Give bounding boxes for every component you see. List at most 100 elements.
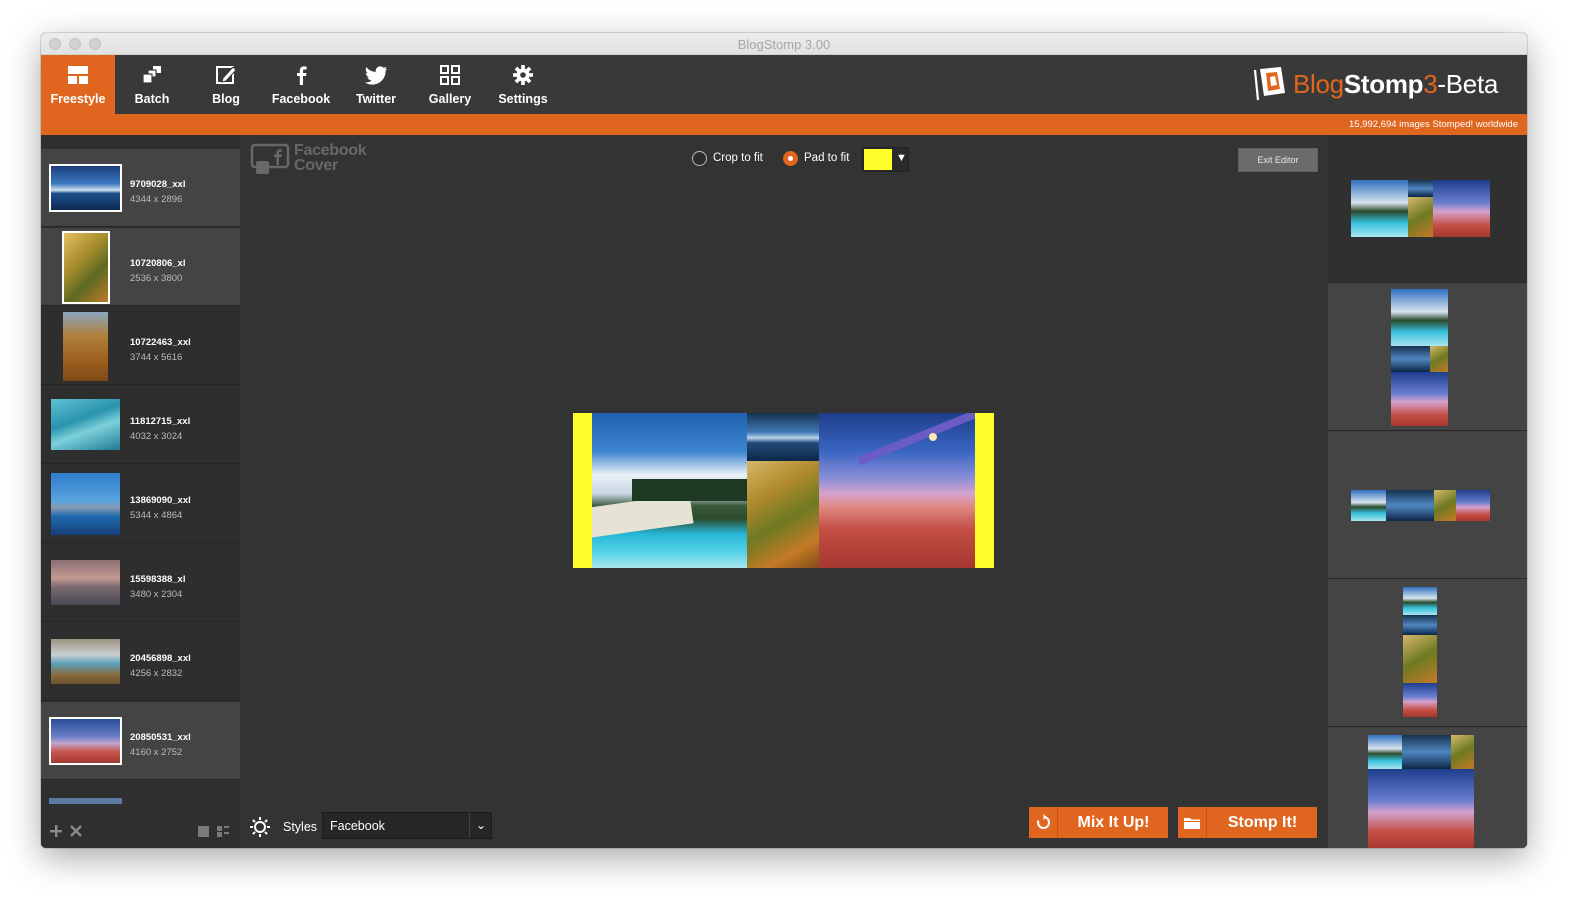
image-dimensions: 4256 x 2832 xyxy=(130,668,183,679)
gallery-icon xyxy=(440,65,460,85)
pad-color-picker[interactable]: ▼ xyxy=(862,147,909,172)
tab-facebook-label: Facebook xyxy=(271,92,331,106)
chevron-down-icon: ⌄ xyxy=(476,818,487,832)
layout-option[interactable] xyxy=(1328,135,1527,283)
tab-freestyle[interactable]: Freestyle xyxy=(41,55,115,114)
brand-wordmark: BlogStomp3-Beta xyxy=(1293,69,1498,100)
crop-to-fit-radio[interactable] xyxy=(692,151,707,166)
tab-batch-label: Batch xyxy=(134,92,170,106)
preset-badge: Facebook Cover xyxy=(250,141,390,177)
layout-option[interactable] xyxy=(1328,283,1527,431)
image-thumbnail xyxy=(61,310,110,383)
tab-twitter-label: Twitter xyxy=(355,92,397,106)
main-toolbar: Freestyle Batch Blog Facebook Twitter Ga… xyxy=(41,55,1527,114)
brightness-icon[interactable] xyxy=(249,816,271,838)
window-title: BlogStomp 3.00 xyxy=(737,37,831,52)
tab-batch[interactable]: Batch xyxy=(115,55,189,114)
brand-beta: -Beta xyxy=(1437,69,1499,99)
tab-blog[interactable]: Blog xyxy=(189,55,263,114)
brand-logo: BlogStomp3-Beta xyxy=(1253,66,1513,102)
partial-thumbnail xyxy=(49,798,122,804)
image-name: 13869090_xxl xyxy=(130,495,191,506)
image-dimensions: 4160 x 2752 xyxy=(130,747,183,758)
styles-dropdown[interactable]: Facebook ⌄ xyxy=(322,812,492,839)
image-thumbnail xyxy=(49,164,122,212)
collage-preview xyxy=(573,413,994,568)
grid-view-icon[interactable] xyxy=(198,826,209,837)
styles-selected-value: Facebook xyxy=(330,819,385,833)
tab-settings-label: Settings xyxy=(498,92,548,106)
image-thumbnail xyxy=(49,471,122,537)
image-list-footer xyxy=(41,815,240,848)
image-dimensions: 3480 x 2304 xyxy=(130,589,183,600)
pad-color-swatch xyxy=(864,149,892,170)
tab-facebook[interactable]: Facebook xyxy=(263,55,339,114)
styles-label: Styles xyxy=(283,820,318,834)
brand-version: 3 xyxy=(1423,69,1438,99)
image-list-item[interactable]: 9709028_xxl 4344 x 2896 xyxy=(41,149,240,227)
image-dimensions: 2536 x 3800 xyxy=(130,273,183,284)
layout-option[interactable] xyxy=(1328,431,1527,579)
image-name: 10720806_xl xyxy=(130,258,186,269)
image-thumbnail xyxy=(49,637,122,686)
batch-icon xyxy=(142,66,161,84)
crop-to-fit-label[interactable]: Crop to fit xyxy=(713,152,763,164)
pad-to-fit-label[interactable]: Pad to fit xyxy=(804,152,849,164)
image-thumbnail xyxy=(49,717,122,765)
image-list-item[interactable]: 13869090_xxl 5344 x 4864 xyxy=(41,465,240,543)
tab-gallery-label: Gallery xyxy=(428,92,472,106)
gear-icon xyxy=(513,65,533,85)
chevron-down-icon: ▼ xyxy=(896,152,907,164)
collage-photo-fjord[interactable] xyxy=(747,413,819,461)
tab-settings[interactable]: Settings xyxy=(487,55,559,114)
brand-blog: Blog xyxy=(1293,69,1344,99)
image-name: 10722463_xxl xyxy=(130,337,191,348)
remove-icon[interactable] xyxy=(70,825,82,837)
image-name: 20850531_xxl xyxy=(130,732,191,743)
layout-option[interactable] xyxy=(1328,727,1527,848)
stats-bar: 15,992,694 images Stomped! worldwide xyxy=(41,114,1527,135)
image-list-item[interactable]: 20456898_xxl 4256 x 2832 xyxy=(41,623,240,701)
facebook-icon xyxy=(297,66,307,85)
tab-gallery[interactable]: Gallery xyxy=(413,55,487,114)
tab-blog-label: Blog xyxy=(212,92,240,106)
image-list-item[interactable]: 20850531_xxl 4160 x 2752 xyxy=(41,702,240,780)
stomp-it-button[interactable]: Stomp It! xyxy=(1178,807,1317,838)
stamp-logo-icon xyxy=(1253,67,1285,101)
image-dimensions: 3744 x 5616 xyxy=(130,352,183,363)
tab-twitter[interactable]: Twitter xyxy=(339,55,413,114)
image-thumbnail xyxy=(62,231,110,304)
image-list-item[interactable]: 10722463_xxl 3744 x 5616 xyxy=(41,307,240,385)
collage-photo-lake[interactable] xyxy=(592,413,747,568)
app-window: BlogStomp 3.00 Freestyle Batch Blog Face… xyxy=(41,33,1527,848)
mix-it-up-button[interactable]: Mix It Up! xyxy=(1029,807,1168,838)
add-icon[interactable] xyxy=(50,825,62,837)
image-name: 11812715_xxl xyxy=(130,416,191,427)
image-list-item[interactable]: 15598388_xl 3480 x 2304 xyxy=(41,544,240,622)
image-name: 9709028_xxl xyxy=(130,179,186,190)
dropdown-separator xyxy=(469,813,470,838)
image-list-item[interactable]: 11812715_xxl 4032 x 3024 xyxy=(41,386,240,464)
image-thumbnail xyxy=(49,558,122,607)
pad-to-fit-radio[interactable] xyxy=(783,151,798,166)
title-bar: BlogStomp 3.00 xyxy=(41,33,1527,55)
exit-editor-button[interactable]: Exit Editor xyxy=(1238,148,1318,172)
stomp-it-label: Stomp It! xyxy=(1227,814,1298,831)
image-dimensions: 4032 x 3024 xyxy=(130,431,183,442)
stomped-count: 15,992,694 images Stomped! worldwide xyxy=(1349,119,1518,130)
collage-photo-pier[interactable] xyxy=(819,413,975,568)
layout-list xyxy=(1328,135,1527,848)
mix-it-up-label: Mix It Up! xyxy=(1077,814,1150,831)
tab-freestyle-label: Freestyle xyxy=(50,92,106,106)
twitter-icon xyxy=(364,66,387,85)
layout-option[interactable] xyxy=(1328,579,1527,727)
image-dimensions: 5344 x 4864 xyxy=(130,510,183,521)
blog-icon xyxy=(216,66,237,84)
collage-photo-autumn[interactable] xyxy=(747,461,819,568)
folder-icon xyxy=(1178,807,1207,838)
facebook-cover-icon xyxy=(250,143,290,174)
image-name: 15598388_xl xyxy=(130,574,186,585)
editor-canvas: Facebook Cover Crop to fit Pad to fit ▼ E… xyxy=(240,135,1328,848)
image-list-item[interactable]: 10720806_xl 2536 x 3800 xyxy=(41,228,240,306)
list-view-icon[interactable] xyxy=(217,826,229,837)
